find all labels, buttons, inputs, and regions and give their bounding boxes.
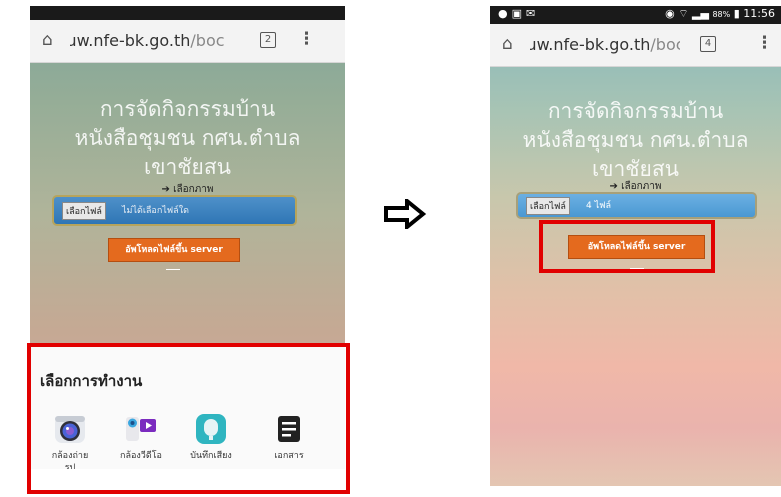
status-bar: ●▣✉ ◉ ⌔ ▂▄ 88% ▮ 11:56 [490,6,781,24]
page-title: การจัดกิจกรรมบ้าน หนังสือชุมชน กศน.ตำบล … [490,97,781,184]
highlight-box [27,343,350,494]
clock: 11:56 [743,7,775,20]
page-title-line: เขาชัยสน [143,155,232,179]
status-bar [30,6,345,20]
menu-dots-icon[interactable]: ⋮ [756,33,773,53]
status-right: ◉ ⌔ ▂▄ 88% ▮ 11:56 [665,7,775,21]
battery-icon: ▮ [733,7,740,20]
file-picker[interactable]: เลือกไฟล์ 4 ไฟล์ [516,192,757,219]
choose-file-button[interactable]: เลือกไฟล์ [526,197,570,215]
page-title-line: หนังสือชุมชน กศน.ตำบล [74,126,301,150]
upload-button[interactable]: อัพโหลดไฟล์ขึ้น server [108,238,240,262]
divider [166,269,180,270]
url-domain: ɹw.nfe-bk.go.th [530,35,651,54]
notification-icons: ●▣✉ [498,7,540,20]
file-status-text: 4 ไฟล์ [586,201,612,211]
file-status-text: ไม่ได้เลือกไฟล์ใด [122,206,189,216]
tabs-count-button[interactable]: 4 [700,36,716,52]
page-title-line: การจัดกิจกรรมบ้าน [99,97,276,121]
url-field[interactable]: ɹw.nfe-bk.go.th/boc [70,31,245,50]
browser-url-bar: ⌂ ɹw.nfe-bk.go.th/boc 2 ⋮ [30,20,345,63]
right-arrow-outline-icon [384,199,427,229]
tabs-count-button[interactable]: 2 [260,32,276,48]
home-icon[interactable]: ⌂ [42,30,53,50]
page-title-line: การจัดกิจกรรมบ้าน [547,99,724,123]
highlight-box [539,220,715,273]
home-icon[interactable]: ⌂ [502,34,513,54]
choose-file-button[interactable]: เลือกไฟล์ [62,202,106,220]
wifi-icon: ◉ ⌔ ▂▄ [665,7,709,20]
file-picker[interactable]: เลือกไฟล์ ไม่ได้เลือกไฟล์ใด [52,195,297,226]
menu-dots-icon[interactable]: ⋮ [298,29,315,49]
url-field[interactable]: ɹw.nfe-bk.go.th/boc [530,35,680,54]
url-path: /boc [190,31,225,50]
browser-url-bar: ⌂ ɹw.nfe-bk.go.th/boc 4 ⋮ [490,24,781,67]
url-path: /boc [650,35,680,54]
page-title: การจัดกิจกรรมบ้าน หนังสือชุมชน กศน.ตำบล … [30,95,345,182]
battery-percent: 88% [712,10,731,19]
page-title-line: หนังสือชุมชน กศน.ตำบล [522,128,749,152]
url-domain: ɹw.nfe-bk.go.th [70,31,191,50]
